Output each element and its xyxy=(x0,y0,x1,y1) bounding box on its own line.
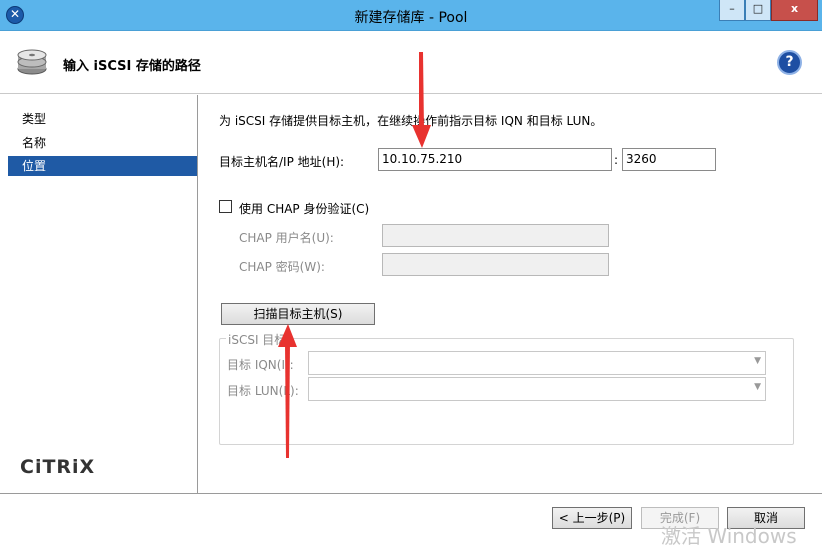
sidebar-item-location[interactable]: 位置 xyxy=(8,156,197,176)
back-button[interactable]: < 上一步(P) xyxy=(552,507,632,529)
close-button[interactable]: x xyxy=(771,0,818,21)
wizard-header: 输入 iSCSI 存储的路径 ? xyxy=(0,31,822,94)
chap-checkbox[interactable] xyxy=(219,200,232,213)
target-iqn-dropdown[interactable]: ▼ xyxy=(308,351,766,375)
target-iqn-label: 目标 IQN(I): xyxy=(227,358,294,372)
citrix-logo: CiTRiX xyxy=(20,456,96,478)
chap-password-label: CHAP 密码(W): xyxy=(239,260,325,274)
help-icon[interactable]: ? xyxy=(777,50,802,75)
port-input[interactable]: 3260 xyxy=(622,148,716,171)
wizard-steps-sidebar: 类型 名称 位置 CiTRiX xyxy=(0,95,198,493)
target-host-label: 目标主机名/IP 地址(H): xyxy=(219,155,345,169)
minimize-button[interactable]: – xyxy=(719,0,745,21)
target-host-input[interactable]: 10.10.75.210 xyxy=(378,148,612,171)
window-title: 新建存储库 - Pool xyxy=(354,10,468,26)
sidebar-item-name[interactable]: 名称 xyxy=(8,133,197,153)
port-separator: : xyxy=(614,153,619,167)
chevron-down-icon: ▼ xyxy=(754,356,761,366)
target-lun-dropdown[interactable]: ▼ xyxy=(308,377,766,401)
title-bar: ✕ 新建存储库 - Pool – □ x xyxy=(0,0,822,31)
storage-disk-icon xyxy=(17,49,47,75)
chap-password-input[interactable] xyxy=(382,253,609,276)
target-lun-label: 目标 LUN(L): xyxy=(227,384,299,398)
scan-target-host-button[interactable]: 扫描目标主机(S) xyxy=(221,303,375,325)
iscsi-target-group-title: iSCSI 目标 xyxy=(226,331,289,348)
page-description: 为 iSCSI 存储提供目标主机，在继续操作前指示目标 IQN 和目标 LUN。 xyxy=(219,114,603,128)
chap-username-input[interactable] xyxy=(382,224,609,247)
chap-checkbox-label[interactable]: 使用 CHAP 身份验证(C) xyxy=(239,200,369,217)
maximize-button[interactable]: □ xyxy=(745,0,771,21)
wizard-page-title: 输入 iSCSI 存储的路径 xyxy=(63,59,201,74)
activate-windows-watermark: 激活 Windows xyxy=(661,524,797,548)
chevron-down-icon: ▼ xyxy=(754,382,761,392)
chap-username-label: CHAP 用户名(U): xyxy=(239,231,334,245)
sidebar-item-type[interactable]: 类型 xyxy=(8,109,197,129)
